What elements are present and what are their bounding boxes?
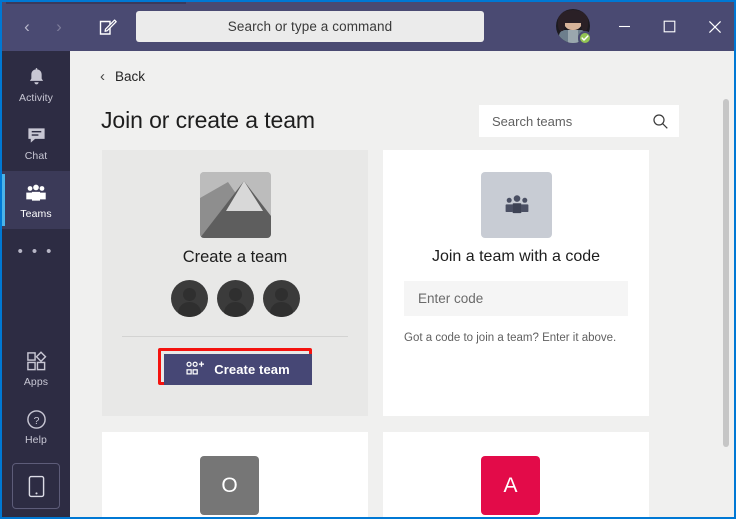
- team-card[interactable]: O: [102, 432, 368, 517]
- create-team-card[interactable]: Create a team Create team: [102, 150, 368, 416]
- vertical-scrollbar[interactable]: [719, 51, 734, 517]
- sidebar-item-chat-label: Chat: [24, 150, 48, 162]
- page-title: Join or create a team: [101, 107, 315, 133]
- card-divider: [122, 336, 348, 337]
- more-dots-icon: • • •: [17, 242, 55, 260]
- team-member-avatars: [102, 280, 368, 317]
- join-team-heading: Join a team with a code: [431, 248, 601, 265]
- avatar-head-shape: [182, 288, 196, 301]
- get-mobile-app-button[interactable]: [12, 463, 60, 509]
- user-avatar[interactable]: [556, 9, 592, 45]
- bell-icon: [26, 64, 47, 88]
- titlebar-drag-strip: [6, 2, 186, 4]
- create-team-button-label: Create team: [214, 362, 290, 377]
- search-teams-input[interactable]: Search teams: [479, 105, 679, 137]
- search-icon: [653, 113, 668, 129]
- avatar-body-shape: [269, 302, 293, 317]
- maximize-button[interactable]: [647, 2, 692, 51]
- create-team-button[interactable]: Create team: [164, 354, 312, 385]
- title-bar: ‹ › Search or type a command: [2, 2, 734, 51]
- member-avatar-placeholder: [216, 280, 254, 317]
- add-team-icon: [186, 361, 205, 375]
- avatar-head-shape: [274, 288, 288, 301]
- avatar-body-shape: [223, 302, 247, 317]
- compose-icon: [99, 19, 117, 35]
- main-content: ‹ Back Join or create a team Search team…: [70, 51, 734, 517]
- nav-forward-button[interactable]: ›: [43, 10, 75, 44]
- help-icon: ?: [26, 406, 47, 430]
- join-team-with-code-card[interactable]: Join a team with a code Enter code Got a…: [383, 150, 649, 416]
- avatar-hair-left: [558, 15, 565, 31]
- chat-icon: [26, 122, 47, 146]
- avatar-hair-right: [581, 15, 588, 31]
- sidebar-more-apps-button[interactable]: • • •: [2, 229, 70, 273]
- image-placeholder-icon: [200, 172, 271, 238]
- scrollbar-thumb[interactable]: [723, 99, 729, 447]
- search-teams-placeholder: Search teams: [492, 113, 573, 129]
- back-label: Back: [115, 69, 146, 84]
- sidebar-item-activity-label: Activity: [18, 92, 54, 104]
- nav-back-chevron-icon: ‹: [24, 17, 30, 36]
- sidebar-item-apps-label: Apps: [23, 376, 49, 388]
- command-search-placeholder: Search or type a command: [227, 19, 393, 34]
- mobile-phone-icon: [28, 475, 44, 497]
- nav-forward-chevron-icon: ›: [56, 17, 62, 36]
- sidebar-item-teams[interactable]: Teams: [2, 171, 70, 229]
- team-initial: O: [221, 473, 238, 497]
- nav-back-button[interactable]: ‹: [11, 10, 43, 44]
- people-icon: [25, 180, 47, 204]
- presence-available-icon: [578, 31, 592, 45]
- team-initial: A: [503, 473, 518, 497]
- back-link[interactable]: ‹ Back: [100, 69, 145, 84]
- close-button[interactable]: [692, 2, 734, 51]
- create-team-highlight-box: Create team: [158, 348, 312, 385]
- apps-icon: [26, 348, 47, 372]
- sidebar-item-help[interactable]: ? Help: [2, 397, 70, 455]
- sidebar-item-help-label: Help: [25, 434, 47, 446]
- create-team-heading: Create a team: [182, 248, 288, 266]
- close-icon: [708, 20, 721, 33]
- sidebar-item-teams-label: Teams: [20, 208, 52, 220]
- back-chevron-icon: ‹: [100, 68, 105, 85]
- sidebar-item-chat[interactable]: Chat: [2, 113, 70, 171]
- teams-window: ‹ › Search or type a command Activity Ch…: [2, 2, 734, 517]
- avatar-body-shape: [177, 302, 201, 317]
- rail-bottom-section: Apps ? Help: [2, 339, 70, 509]
- join-code-hint: Got a code to join a team? Enter it abov…: [404, 332, 617, 344]
- sidebar-item-apps[interactable]: Apps: [2, 339, 70, 397]
- minimize-icon: [619, 25, 630, 28]
- sidebar-item-activity[interactable]: Activity: [2, 55, 70, 113]
- command-search-box[interactable]: Search or type a command: [136, 11, 484, 42]
- minimize-button[interactable]: [602, 2, 647, 51]
- app-rail: Activity Chat Teams • • • Apps ? Help: [2, 51, 70, 517]
- member-avatar-placeholder: [170, 280, 208, 317]
- enter-code-input[interactable]: Enter code: [404, 281, 628, 316]
- enter-code-placeholder: Enter code: [418, 291, 484, 306]
- maximize-icon: [663, 20, 676, 33]
- compose-button[interactable]: [91, 10, 125, 44]
- svg-text:?: ?: [33, 415, 39, 427]
- avatar-head-shape: [228, 288, 242, 301]
- people-group-icon: [481, 172, 552, 238]
- team-avatar-tile: O: [200, 456, 259, 515]
- member-avatar-placeholder: [262, 280, 300, 317]
- team-card[interactable]: A: [383, 432, 649, 517]
- checkmark-icon: [581, 35, 589, 41]
- team-avatar-tile: A: [481, 456, 540, 515]
